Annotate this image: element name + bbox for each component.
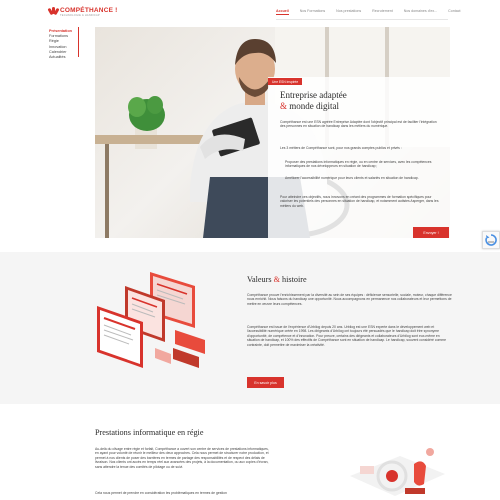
- hero-paragraph-2: Les 3 métiers de Compéthance sont, pour …: [280, 146, 402, 150]
- hero-paragraph-3: Pour atteindre ces objectifs, nous innov…: [280, 195, 439, 208]
- valeurs-title: Valeurs & histoire: [247, 275, 307, 284]
- hero-bullet-1: Proposer des prestations informatiques e…: [285, 160, 432, 169]
- logo-title: COMPÉTHANCE !: [60, 7, 118, 14]
- valeurs-paragraph-2: Compéthance est issue de l'expérience d'…: [247, 325, 446, 347]
- recaptcha-icon: [485, 234, 497, 246]
- hero-title: Entreprise adaptée & monde digital: [280, 90, 347, 112]
- recaptcha-badge[interactable]: [482, 231, 500, 249]
- nav-item-prestations[interactable]: Nos prestations: [336, 9, 361, 15]
- nav-divider: [276, 19, 448, 20]
- logo-subtitle: TECHNOLOGIE & HANDICAP: [60, 14, 100, 17]
- nav-item-contact[interactable]: Contact: [448, 9, 460, 15]
- prestations-title: Prestations informatique en régie: [95, 428, 204, 437]
- valeurs-title-part1: Valeurs: [247, 275, 274, 284]
- nav-item-formations[interactable]: Nos Formations: [300, 9, 325, 15]
- en-savoir-plus-button[interactable]: En savoir plus: [247, 377, 284, 388]
- sidebar: Présentation Formations Régie Innovation…: [49, 29, 79, 60]
- nav-item-accueil[interactable]: Accueil: [276, 9, 289, 15]
- valeurs-title-part2: histoire: [279, 275, 307, 284]
- nav-item-recrutement[interactable]: Recrutement: [372, 9, 393, 15]
- logo[interactable]: COMPÉTHANCE ! TECHNOLOGIE & HANDICAP: [47, 7, 118, 17]
- hero-bullet-2: Améliorer l'accessibilité numérique pour…: [285, 176, 419, 180]
- nav-item-domaines[interactable]: Nos domaines d'ex...: [404, 9, 437, 15]
- hero-badge: Une ESN inspirée: [268, 78, 303, 85]
- main-nav: Accueil Nos Formations Nos prestations R…: [276, 9, 472, 15]
- hero-title-amp: &: [280, 101, 288, 111]
- prestations-illustration: [350, 448, 445, 496]
- isometric-illustration: [97, 272, 205, 368]
- site-header: COMPÉTHANCE ! TECHNOLOGIE & HANDICAP Acc…: [0, 0, 500, 24]
- envoyer-button[interactable]: Envoyer !: [413, 227, 449, 238]
- hero-title-line2: monde digital: [287, 101, 340, 111]
- prestations-paragraph-1: Au-delà du clivage entre régie et forfai…: [95, 447, 269, 469]
- hero-title-line1: Entreprise adaptée: [280, 90, 347, 100]
- sidebar-item-actualites[interactable]: Actualités: [49, 55, 79, 60]
- prestations-paragraph-2: Cela nous permet de prendre en considéra…: [95, 491, 227, 495]
- logo-icon: [47, 7, 60, 17]
- valeurs-paragraph-1: Compéthance prouve l'enrichissement par …: [247, 293, 452, 306]
- hero-paragraph-1: Compéthance est une ESN agréée Entrepris…: [280, 120, 437, 129]
